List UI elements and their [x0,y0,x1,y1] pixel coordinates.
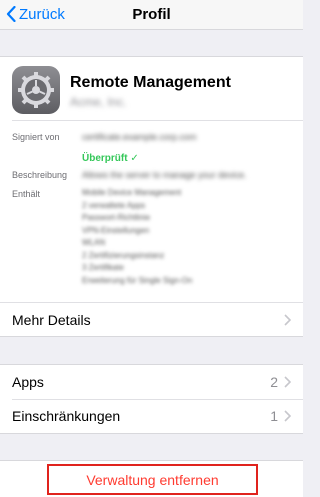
list-item: WLAN [82,238,106,247]
navigation-bar: Zurück Profil [0,0,303,30]
description-value: Allows the server to manage your device. [82,170,247,180]
contains-list: Mobile Device Management 2 verwaltete Ap… [82,187,192,287]
restrictions-count: 1 [270,408,278,424]
apps-count: 2 [270,374,278,390]
list-item: Passwort-Richtlinie [82,213,151,222]
list-item: 2 verwaltete Apps [82,200,146,210]
profile-organization: Acme, Inc. [70,95,127,109]
verified-label: Überprüft [82,153,128,164]
list-item: 2 Zertifizierungsinstanz [82,250,165,260]
contains-label: Enthält [12,189,41,199]
restrictions-row[interactable]: Einschränkungen 1 [0,399,303,434]
list-item: 3 Zertifikate [82,263,124,272]
remove-management-button[interactable]: Verwaltung entfernen [47,464,258,495]
more-details-label: Mehr Details [12,311,91,328]
list-item: VPN-Einstellungen [82,225,150,235]
chevron-right-icon [284,376,291,388]
chevron-right-icon [284,410,291,422]
apps-label: Apps [12,374,44,390]
profile-card: Remote Management Acme, Inc. Signiert vo… [0,56,303,302]
checkmark-icon: ✓ [130,153,139,164]
list-item: Erweiterung für Single Sign-On [82,275,193,285]
more-details-row[interactable]: Mehr Details [0,302,303,337]
list-item: Mobile Device Management [82,188,182,197]
page-title: Profil [132,6,171,23]
signed-by-value: certificate.example.corp.com [82,132,197,142]
chevron-right-icon [284,313,291,326]
divider [12,120,303,121]
divider [12,399,303,400]
restrictions-label: Einschränkungen [12,408,121,424]
profile-name: Remote Management [70,74,231,91]
signed-by-label: Signiert von [12,132,60,142]
apps-row[interactable]: Apps 2 [0,364,303,399]
gear-icon [12,66,60,114]
description-label: Beschreibung [12,170,68,180]
verified-status: Überprüft ✓ [82,153,139,164]
remove-management-section: Verwaltung entfernen [0,460,303,497]
